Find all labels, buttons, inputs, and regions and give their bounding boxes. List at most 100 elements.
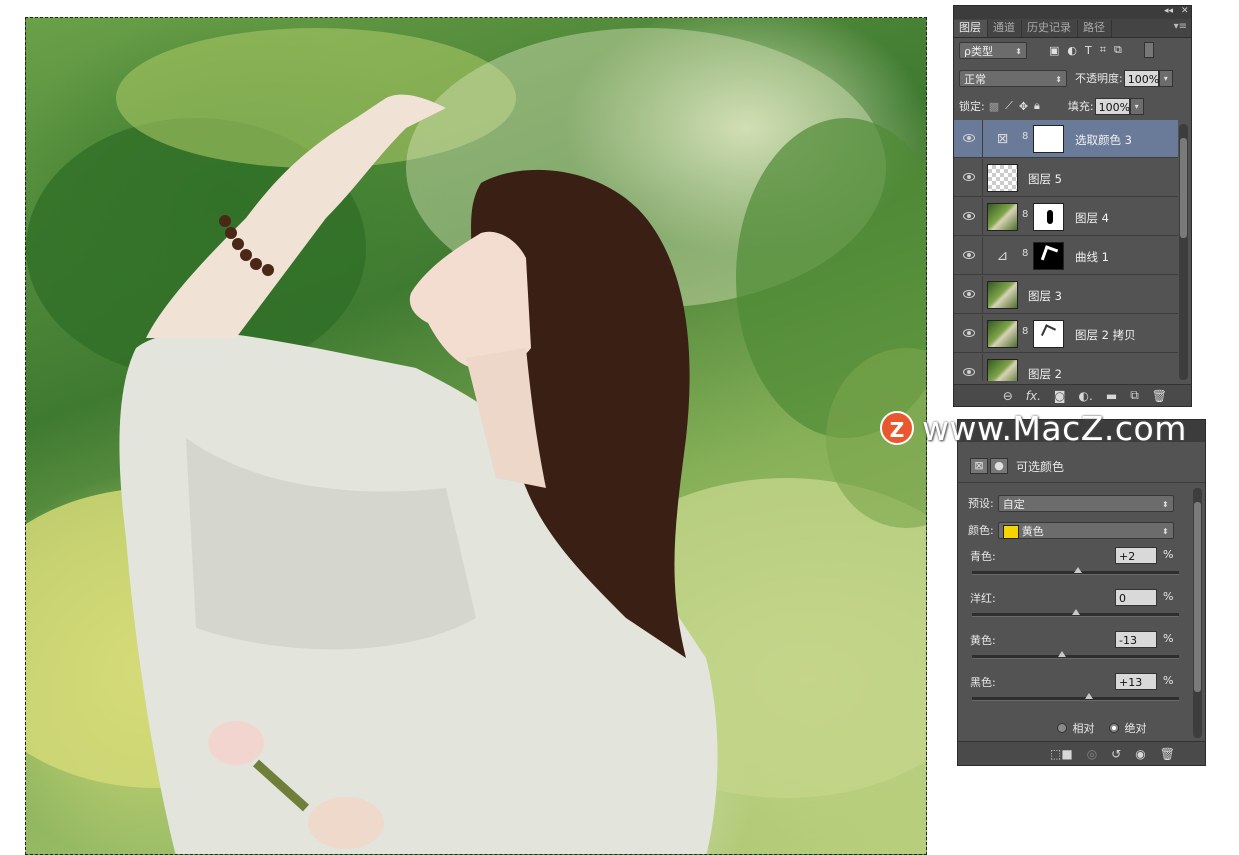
blend-mode-select[interactable]: 正常 ⬍ xyxy=(959,69,1067,87)
fill-input[interactable]: 100% xyxy=(1094,97,1130,115)
slider-track[interactable] xyxy=(972,655,1179,659)
relative-radio[interactable] xyxy=(1056,723,1067,733)
filter-type-icon[interactable]: T xyxy=(1085,44,1092,57)
properties-scrollbar[interactable] xyxy=(1193,488,1202,738)
layer-row[interactable]: ⊠ 8 选取颜色 3 xyxy=(954,120,1178,158)
panel-title: 可选颜色 xyxy=(1016,459,1065,474)
layer-name[interactable]: 图层 5 xyxy=(1028,171,1062,187)
slider-label: 黄色: xyxy=(970,634,996,647)
slider-value-input[interactable]: -13 xyxy=(1115,631,1157,648)
visibility-eye-icon[interactable] xyxy=(963,212,975,220)
visibility-eye-icon[interactable] xyxy=(963,251,975,259)
visibility-eye-icon[interactable] xyxy=(963,134,975,142)
properties-header: ⊠ ● 可选颜色 xyxy=(958,456,1205,476)
fill-dropdown-button[interactable]: ▾ xyxy=(1129,97,1144,115)
layer-name[interactable]: 曲线 1 xyxy=(1075,249,1109,265)
filter-adjustment-icon[interactable]: ◐ xyxy=(1067,44,1077,57)
layer-name[interactable]: 图层 4 xyxy=(1075,210,1109,226)
lock-position-icon[interactable]: ✥ xyxy=(1019,100,1028,113)
collapse-icon[interactable]: ◂◂ xyxy=(1164,6,1173,16)
photo-artwork xyxy=(26,28,926,854)
visibility-toggle-icon[interactable]: ◉ xyxy=(1135,747,1145,761)
adjustment-mode-icon[interactable]: ⊠ xyxy=(970,458,988,474)
image-canvas[interactable] xyxy=(25,17,927,855)
slider-handle[interactable] xyxy=(1073,567,1082,573)
new-adjustment-icon[interactable]: ◐. xyxy=(1079,389,1093,403)
visibility-eye-icon[interactable] xyxy=(963,290,975,298)
properties-panel: ⊠ ● 可选颜色 预设: 自定 ⬍ 颜色: 黄色 ⬍ 相对 绝对 ⬚■ ◎ ↺ … xyxy=(957,419,1206,766)
percent-label: % xyxy=(1163,632,1174,645)
tab-layers[interactable]: 图层 xyxy=(954,20,988,37)
slider-value-input[interactable]: 0 xyxy=(1115,589,1157,606)
layer-row[interactable]: 图层 3 xyxy=(954,276,1178,314)
slider-track[interactable] xyxy=(972,697,1179,701)
lock-image-icon[interactable]: ⟋ xyxy=(1005,99,1013,113)
trash-icon[interactable]: 🗑︎ xyxy=(1152,389,1167,403)
reset-icon[interactable]: ↺ xyxy=(1111,747,1121,761)
visibility-eye-icon[interactable] xyxy=(963,173,975,181)
slider-value-input[interactable]: +2 xyxy=(1115,547,1157,564)
layer-row[interactable]: 图层 5 xyxy=(954,159,1178,197)
mask-link-icon[interactable]: 8 xyxy=(1022,326,1030,337)
color-value: 黄色 xyxy=(1021,524,1044,538)
filter-shape-icon[interactable]: ⌗ xyxy=(1100,43,1106,57)
percent-label: % xyxy=(1163,674,1174,687)
filter-toggle[interactable] xyxy=(1143,42,1154,58)
panel-menu-icon[interactable]: ▾≡ xyxy=(1174,21,1187,32)
layer-thumbnail xyxy=(987,164,1018,192)
new-layer-icon[interactable]: ⧉ xyxy=(1130,388,1139,403)
scrollbar-thumb[interactable] xyxy=(1194,502,1201,692)
absolute-radio[interactable] xyxy=(1108,723,1119,733)
mask-link-icon[interactable]: 8 xyxy=(1022,248,1030,259)
filter-kind-select[interactable]: ρ类型 ⬍ xyxy=(959,41,1027,59)
mask-mode-icon[interactable]: ● xyxy=(990,458,1008,474)
add-mask-icon[interactable]: ◙ xyxy=(1054,389,1066,403)
opacity-dropdown-button[interactable]: ▾ xyxy=(1158,69,1173,87)
layer-row[interactable]: 8 图层 2 拷贝 xyxy=(954,315,1178,353)
slider-value-input[interactable]: +13 xyxy=(1115,673,1157,690)
mask-link-icon[interactable]: 8 xyxy=(1022,209,1030,220)
lock-transparent-icon[interactable]: ▩ xyxy=(989,100,999,113)
layer-row[interactable]: ⊿ 8 曲线 1 xyxy=(954,237,1178,275)
lock-all-icon[interactable]: 🔒︎ xyxy=(1034,99,1040,113)
close-icon[interactable]: ✕ xyxy=(1181,6,1189,16)
mask-link-icon[interactable]: 8 xyxy=(1022,131,1030,142)
link-layers-icon[interactable]: ⊖ xyxy=(1003,389,1013,403)
select-arrow-icon: ⬍ xyxy=(1015,46,1022,56)
slider-handle[interactable] xyxy=(1058,651,1066,657)
new-group-folder-icon[interactable]: ▬ xyxy=(1106,389,1117,403)
opacity-input[interactable]: 100% xyxy=(1123,69,1159,87)
layer-row[interactable]: 8 图层 4 xyxy=(954,198,1178,236)
slider-handle[interactable] xyxy=(1085,693,1093,699)
scrollbar-thumb[interactable] xyxy=(1180,138,1187,238)
layer-name[interactable]: 选取颜色 3 xyxy=(1075,132,1132,148)
layer-name[interactable]: 图层 3 xyxy=(1028,288,1062,304)
preset-select[interactable]: 自定 ⬍ xyxy=(997,494,1174,512)
color-label: 颜色: xyxy=(968,524,994,537)
layer-thumbnail xyxy=(987,281,1018,309)
filter-pixel-icon[interactable]: ▣ xyxy=(1049,44,1059,57)
tab-channels[interactable]: 通道 xyxy=(988,20,1022,37)
layer-name[interactable]: 图层 2 拷贝 xyxy=(1075,327,1136,343)
fx-icon[interactable]: fx. xyxy=(1026,389,1041,403)
tab-paths[interactable]: 路径 xyxy=(1078,20,1112,37)
method-row: 相对 绝对 xyxy=(958,719,1205,737)
layer-row[interactable]: 图层 2 xyxy=(954,354,1178,381)
tab-history[interactable]: 历史记录 xyxy=(1022,20,1078,37)
visibility-eye-icon[interactable] xyxy=(963,368,975,376)
layer-name[interactable]: 图层 2 xyxy=(1028,366,1062,381)
view-previous-icon[interactable]: ◎ xyxy=(1087,747,1097,761)
visibility-eye-icon[interactable] xyxy=(963,329,975,337)
color-select[interactable]: 黄色 ⬍ xyxy=(997,521,1174,539)
select-arrow-icon: ⬍ xyxy=(1162,526,1169,536)
trash-icon[interactable]: 🗑︎ xyxy=(1160,747,1175,761)
layer-mask-thumbnail[interactable] xyxy=(1033,242,1064,270)
clip-to-layer-icon[interactable]: ⬚■ xyxy=(1050,747,1073,761)
layer-mask-thumbnail[interactable] xyxy=(1033,320,1064,348)
preset-value: 自定 xyxy=(1002,497,1025,511)
filter-smart-object-icon[interactable]: ⧉ xyxy=(1114,43,1122,57)
layer-mask-thumbnail[interactable] xyxy=(1033,203,1064,231)
slider-handle[interactable] xyxy=(1071,609,1080,615)
layer-list-scrollbar[interactable] xyxy=(1179,124,1188,380)
layer-mask-thumbnail[interactable] xyxy=(1033,125,1064,153)
